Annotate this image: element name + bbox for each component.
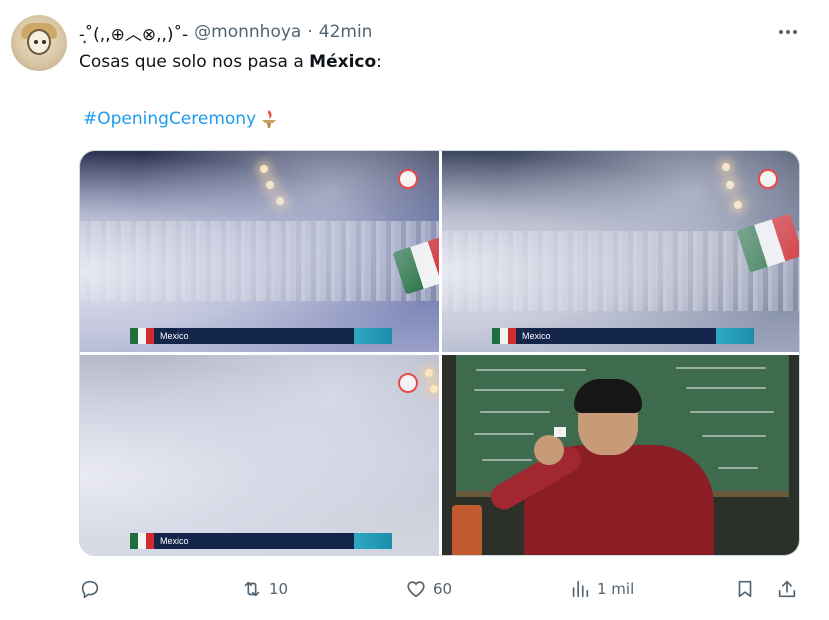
hashtag-link[interactable]: #OpeningCeremony [83, 107, 280, 131]
display-name[interactable]: -͙˚(,,⊕︿⊗,,)˚- [79, 20, 188, 45]
media-image-4[interactable] [442, 355, 799, 555]
tweet-text-suffix: : [376, 52, 382, 72]
bookmark-icon [738, 580, 752, 598]
banner-endcap [354, 533, 392, 549]
more-icon[interactable] [776, 22, 800, 42]
country-banner: Mexico [492, 328, 754, 344]
broadcast-logo [398, 169, 418, 189]
broadcast-logo [758, 169, 778, 189]
chalk-line [474, 433, 534, 435]
tweet-text-bold: México [309, 52, 377, 72]
reply-icon [81, 580, 99, 599]
separator-dot: · [307, 22, 313, 42]
chalk-line [718, 467, 758, 469]
tweet-header: -͙˚(,,⊕︿⊗,,)˚- @monnhoya · 42min [79, 20, 373, 45]
retweet-count: 10 [269, 580, 289, 598]
media-image-2[interactable]: Mexico [442, 151, 799, 352]
like-count: 60 [433, 580, 453, 598]
chair [452, 505, 482, 555]
views-icon [572, 580, 589, 598]
tweet-text: Cosas que solo nos pasa a México: [79, 50, 382, 74]
media-image-3[interactable]: Mexico [80, 355, 439, 555]
share-button[interactable] [776, 575, 798, 603]
person-hand [534, 435, 564, 465]
bookmark-button[interactable] [734, 575, 756, 603]
water-spray [80, 355, 439, 555]
avatar-eye [42, 40, 46, 44]
banner-country-name: Mexico [160, 331, 189, 341]
hashtag-text[interactable]: #OpeningCeremony [83, 107, 256, 131]
media-grid[interactable]: Mexico Mexico Mexico [79, 150, 800, 556]
retweet-button[interactable]: 10 [241, 575, 288, 603]
broadcast-logo [398, 373, 418, 393]
chalk-line [686, 387, 766, 389]
chalk-line [702, 435, 766, 437]
like-button[interactable]: 60 [405, 575, 452, 603]
chalk-line [480, 411, 550, 413]
olympic-torch-icon [258, 108, 280, 130]
heart-icon [407, 581, 425, 598]
small-paper [554, 427, 566, 437]
banner-country-name: Mexico [522, 331, 551, 341]
reply-button[interactable] [79, 575, 107, 603]
chalk-line [474, 389, 564, 391]
avatar[interactable] [11, 15, 67, 71]
banner-endcap [354, 328, 392, 344]
person-hair [574, 379, 642, 413]
chalk-line [476, 369, 586, 371]
avatar-eye [34, 40, 38, 44]
retweet-icon [244, 581, 260, 597]
share-icon [778, 580, 796, 598]
media-image-1[interactable]: Mexico [80, 151, 439, 352]
country-banner: Mexico [130, 328, 392, 344]
banner-country-name: Mexico [160, 536, 189, 546]
views-count: 1 mil [597, 580, 635, 598]
avatar-face [27, 29, 51, 55]
mexico-flag-icon [130, 328, 154, 344]
country-banner: Mexico [130, 533, 392, 549]
views-button[interactable]: 1 mil [569, 575, 634, 603]
mexico-flag-icon [492, 328, 516, 344]
timestamp[interactable]: 42min [319, 22, 373, 42]
chalk-line [482, 459, 532, 461]
tweet-actions: 10 60 1 mil [79, 575, 800, 603]
mexico-flag-icon [130, 533, 154, 549]
water-spray [442, 151, 799, 352]
chalk-line [690, 411, 774, 413]
water-spray [80, 151, 439, 352]
banner-endcap [716, 328, 754, 344]
user-handle[interactable]: @monnhoya [194, 22, 301, 42]
chalk-line [676, 367, 766, 369]
tweet-text-prefix: Cosas que solo nos pasa a [79, 52, 310, 72]
